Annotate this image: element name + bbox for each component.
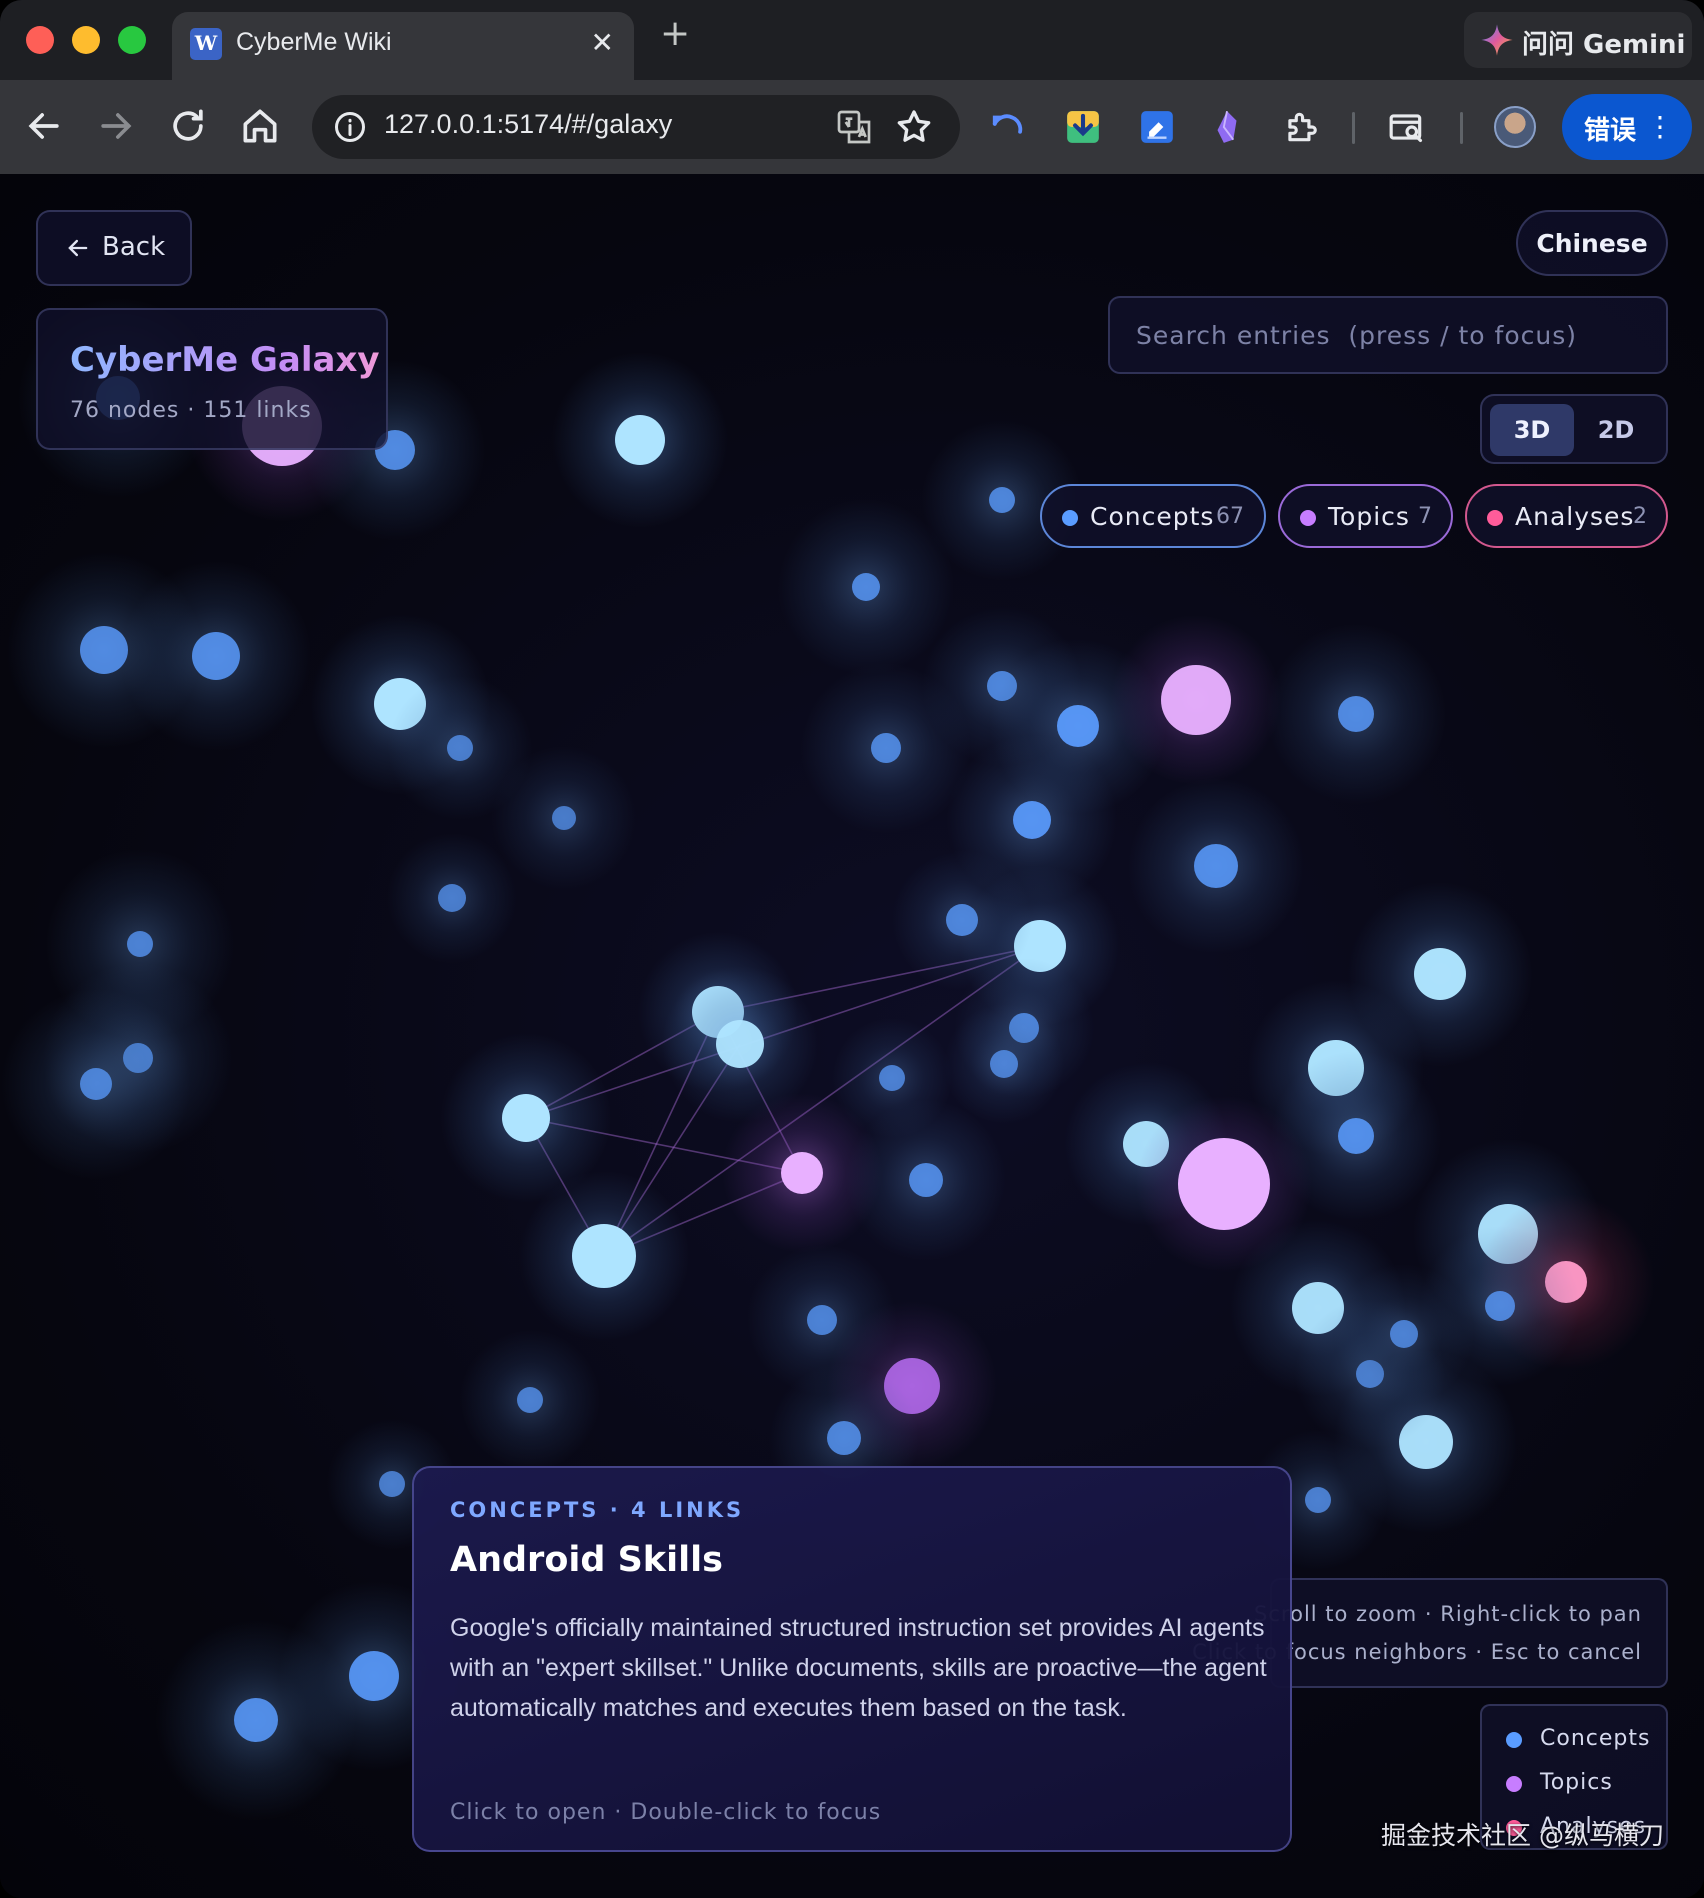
filter-count: 2 (1633, 504, 1647, 529)
legend-dot (1506, 1732, 1522, 1748)
new-tab-button[interactable]: + (660, 16, 690, 52)
node-info-card[interactable]: CONCEPTS · 4 LINKS Android Skills Google… (412, 1466, 1292, 1852)
minimize-window-button[interactable] (72, 26, 100, 54)
tab-bar: W CyberMe Wiki ✕ + 问问 Gemini (0, 0, 1704, 80)
galaxy-title-card: CyberMe Galaxy 76 nodes · 151 links (36, 308, 388, 450)
back-label: Back (102, 232, 166, 262)
language-label: Chinese (1536, 229, 1648, 258)
obsidian-extension-icon[interactable] (1208, 108, 1246, 146)
more-menu-icon: ⋮ (1646, 110, 1674, 143)
search-box[interactable] (1108, 296, 1668, 374)
bookmark-star-icon[interactable] (894, 107, 934, 147)
concept-node[interactable] (1128, 778, 1304, 954)
concept-node[interactable] (1334, 1264, 1474, 1404)
concept-node[interactable] (387, 833, 517, 963)
concept-node[interactable] (492, 746, 636, 890)
error-status-button[interactable]: 错误 ⋮ (1562, 94, 1692, 160)
language-toggle-button[interactable]: Chinese (1516, 210, 1668, 276)
concept-node[interactable] (121, 561, 311, 751)
filter-count: 67 (1216, 504, 1244, 529)
legend-dot (1506, 1776, 1522, 1792)
document-extension-icon[interactable] (1138, 108, 1176, 146)
mode-3d-button[interactable]: 3D (1490, 404, 1574, 456)
watermark: 掘金技术社区 @纵马横刀 (1381, 1821, 1664, 1850)
graph-stats: 76 nodes · 151 links (70, 398, 312, 423)
filter-label: Topics (1328, 502, 1410, 531)
concept-node[interactable] (1, 989, 191, 1179)
concept-node[interactable] (801, 663, 971, 833)
translate-icon[interactable] (834, 107, 874, 147)
legend-label: Topics (1540, 1770, 1613, 1795)
node-description: Google's officially maintained structure… (450, 1614, 1267, 1722)
reload-icon (173, 109, 203, 141)
tab-search-icon[interactable] (1388, 108, 1426, 146)
concept-node[interactable] (944, 1004, 1064, 1124)
tab-close-icon[interactable]: ✕ (591, 26, 614, 59)
reload-button[interactable] (166, 104, 210, 148)
concept-node[interactable] (832, 1018, 952, 1138)
maximize-window-button[interactable] (118, 26, 146, 54)
galaxy-viewport[interactable]: Back CyberMe Galaxy 76 nodes · 151 links… (0, 174, 1704, 1898)
page-title: CyberMe Galaxy (70, 340, 380, 380)
analyses-dot (1487, 510, 1503, 526)
site-info-icon[interactable] (332, 109, 368, 145)
search-input[interactable] (1110, 298, 1666, 372)
legend-label: Concepts (1540, 1726, 1651, 1751)
download-extension-icon[interactable] (1064, 108, 1102, 146)
arrow-right-icon (101, 113, 132, 139)
filter-label: Concepts (1090, 502, 1215, 531)
view-mode-toggle: 3D 2D (1480, 394, 1668, 464)
mode-2d-button[interactable]: 2D (1574, 404, 1658, 456)
gemini-star-icon (1481, 24, 1513, 56)
error-status-label: 错误 (1584, 116, 1637, 146)
browser-toolbar: 127.0.0.1:5174/#/galaxy 错误 ⋮ (0, 80, 1704, 174)
ask-gemini-button[interactable]: 问问 Gemini (1464, 12, 1692, 68)
concept-node[interactable] (519, 1171, 689, 1341)
node-category-links: CONCEPTS · 4 LINKS (450, 1498, 745, 1522)
ask-gemini-label: 问问 Gemini (1522, 30, 1686, 60)
concept-node[interactable] (778, 499, 954, 675)
concept-node[interactable] (552, 352, 728, 528)
topic-node[interactable] (1111, 615, 1281, 785)
browser-window: W CyberMe Wiki ✕ + 问问 Gemini 127.0.0.1:5… (0, 0, 1704, 1898)
arrow-left-icon (28, 113, 59, 139)
concept-node[interactable] (460, 1330, 600, 1470)
close-window-button[interactable] (26, 26, 54, 54)
filter-concepts-chip[interactable]: Concepts 67 (1040, 484, 1266, 548)
wiki-favicon-icon: W (190, 28, 222, 60)
node-title: Android Skills (450, 1540, 723, 1580)
tab-title: CyberMe Wiki (236, 28, 392, 56)
filter-topics-chip[interactable]: Topics 7 (1278, 484, 1453, 548)
node-action-hint: Click to open · Double-click to focus (450, 1800, 882, 1825)
tab-cyberme-wiki[interactable]: W CyberMe Wiki ✕ (172, 12, 634, 80)
profile-avatar[interactable] (1494, 106, 1536, 148)
hint-zoom-pan: Scroll to zoom · Right-click to pan (1254, 1602, 1642, 1626)
home-button[interactable] (238, 104, 282, 148)
concept-node[interactable] (1266, 624, 1446, 804)
url-text[interactable]: 127.0.0.1:5174/#/galaxy (384, 109, 672, 140)
address-bar[interactable]: 127.0.0.1:5174/#/galaxy (312, 95, 960, 159)
filter-label: Analyses (1515, 502, 1635, 531)
toolbar-separator (1460, 112, 1463, 144)
filter-analyses-chip[interactable]: Analyses 2 (1465, 484, 1668, 548)
home-icon (243, 109, 277, 143)
filter-count: 7 (1418, 504, 1432, 529)
undo-extension-icon[interactable] (990, 108, 1028, 146)
concepts-dot (1062, 510, 1078, 526)
back-button[interactable]: Back (36, 210, 192, 286)
topics-dot (1300, 510, 1316, 526)
controls-hint-panel: Scroll to zoom · Right-click to pan Clic… (1192, 1578, 1668, 1688)
forward-nav-button[interactable] (94, 104, 138, 148)
back-nav-button[interactable] (22, 104, 66, 148)
arrow-left-icon (68, 239, 88, 257)
toolbar-separator (1352, 112, 1355, 144)
extensions-puzzle-icon[interactable] (1282, 108, 1320, 146)
